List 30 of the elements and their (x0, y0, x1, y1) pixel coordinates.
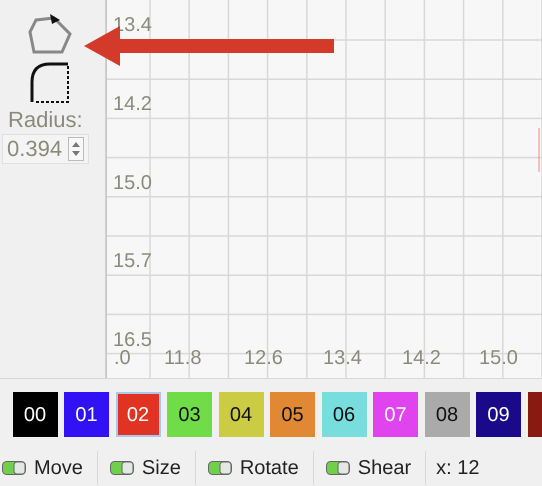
toggle-label: Shear (358, 456, 412, 481)
radius-label: Radius: (8, 106, 83, 134)
toggle-label: Rotate (240, 456, 299, 481)
coordinates-readout: x: 12 (436, 456, 480, 481)
color-swatch[interactable]: 04 (218, 392, 264, 437)
y-axis-label: 15.7 (113, 250, 152, 272)
x-axis-label: 12.6 (244, 347, 283, 369)
color-swatch[interactable]: 02 (116, 392, 160, 437)
y-axis-label: 14.2 (113, 93, 152, 115)
color-swatch[interactable]: 05 (270, 392, 315, 437)
spin-arrows-icon[interactable] (68, 137, 84, 161)
color-swatch[interactable]: 06 (322, 392, 366, 437)
toggle-label: Move (34, 456, 83, 481)
x-axis-label: 15.0 (479, 347, 518, 369)
color-swatch[interactable]: 08 (424, 392, 470, 437)
polygon-tool-icon[interactable] (26, 12, 72, 56)
toggle-switch-icon[interactable] (208, 461, 232, 475)
y-axis-label: 15.0 (113, 172, 152, 194)
color-swatch[interactable]: 01 (64, 392, 109, 437)
toggle-switch-icon[interactable] (326, 461, 350, 475)
toggle-switch-icon[interactable] (110, 461, 134, 475)
toggle-label: Size (142, 456, 181, 481)
x-axis-label: 14.2 (402, 347, 441, 369)
x-axis-label: 13.4 (323, 347, 362, 369)
x-axis-label: 11.8 (164, 347, 202, 369)
corner-radius-icon[interactable] (28, 60, 72, 104)
toggle-switch-icon[interactable] (2, 461, 26, 475)
color-swatch[interactable]: 03 (167, 392, 212, 437)
color-swatch[interactable]: 09 (476, 392, 521, 437)
color-swatch[interactable]: 00 (12, 392, 58, 437)
